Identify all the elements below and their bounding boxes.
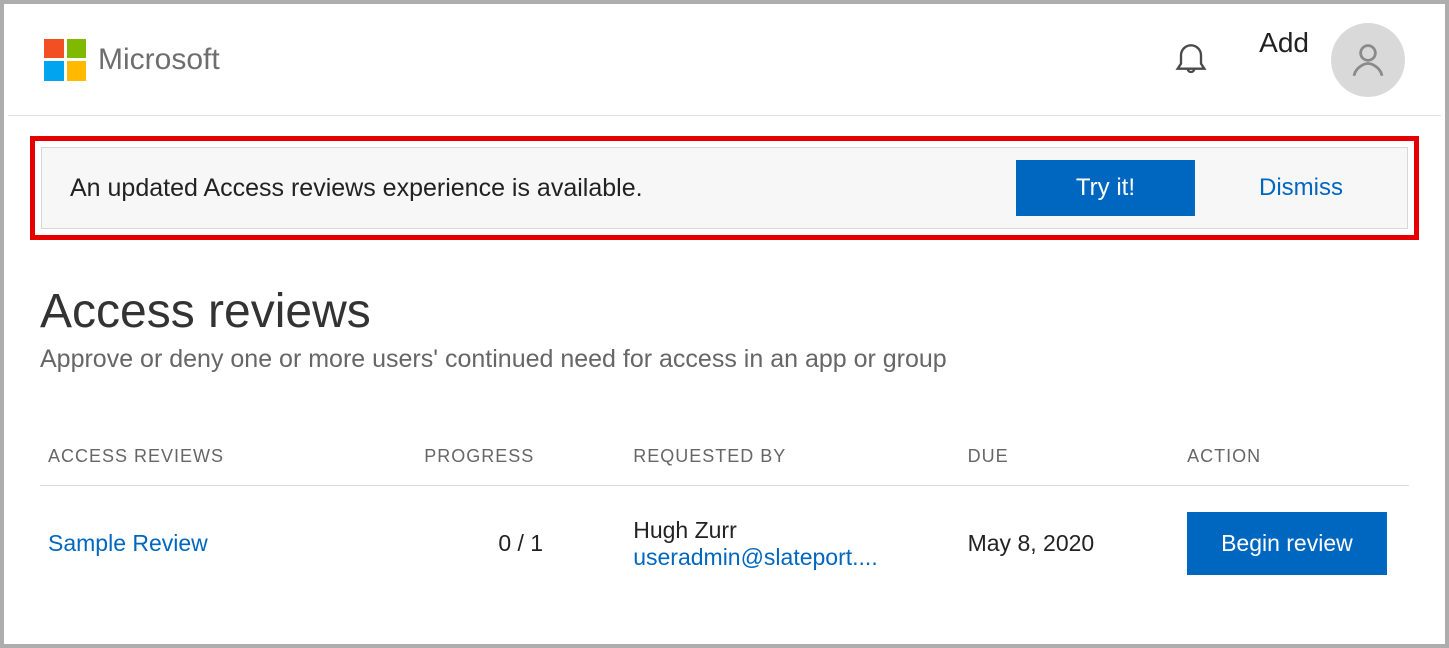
col-due: DUE [960, 434, 1179, 486]
requested-by-name: Hugh Zurr [633, 517, 951, 544]
page-subtitle: Approve or deny one or more users' conti… [40, 345, 1409, 374]
update-banner: An updated Access reviews experience is … [41, 147, 1408, 229]
dismiss-button[interactable]: Dismiss [1223, 164, 1379, 212]
user-avatar[interactable] [1331, 23, 1405, 97]
banner-highlight: An updated Access reviews experience is … [30, 136, 1419, 240]
col-access-reviews: ACCESS REVIEWS [40, 434, 416, 486]
app-frame: Microsoft Add An updated Access reviews … [4, 4, 1445, 644]
header: Microsoft Add [8, 4, 1441, 116]
review-name-link[interactable]: Sample Review [48, 530, 208, 556]
access-reviews-table: ACCESS REVIEWS PROGRESS REQUESTED BY DUE… [40, 434, 1409, 601]
person-icon [1347, 39, 1389, 81]
begin-review-button[interactable]: Begin review [1187, 512, 1387, 575]
try-it-button[interactable]: Try it! [1016, 160, 1195, 216]
col-requested-by: REQUESTED BY [625, 434, 959, 486]
add-label[interactable]: Add [1259, 27, 1309, 59]
page-title: Access reviews [40, 284, 1409, 339]
header-right: Add [1171, 23, 1405, 97]
microsoft-logo-icon [44, 39, 86, 81]
col-progress: PROGRESS [416, 434, 625, 486]
col-action: ACTION [1179, 434, 1409, 486]
table-row: Sample Review 0 / 1 Hugh Zurr useradmin@… [40, 486, 1409, 602]
table-header-row: ACCESS REVIEWS PROGRESS REQUESTED BY DUE… [40, 434, 1409, 486]
notifications-button[interactable] [1171, 35, 1211, 84]
requested-by-email[interactable]: useradmin@slateport.... [633, 544, 951, 571]
review-progress: 0 / 1 [498, 530, 543, 556]
banner-message: An updated Access reviews experience is … [70, 174, 988, 203]
brand-name: Microsoft [98, 43, 220, 77]
review-due: May 8, 2020 [968, 530, 1095, 556]
bell-icon [1171, 35, 1211, 79]
main-content: Access reviews Approve or deny one or mo… [4, 240, 1445, 601]
brand: Microsoft [44, 39, 220, 81]
